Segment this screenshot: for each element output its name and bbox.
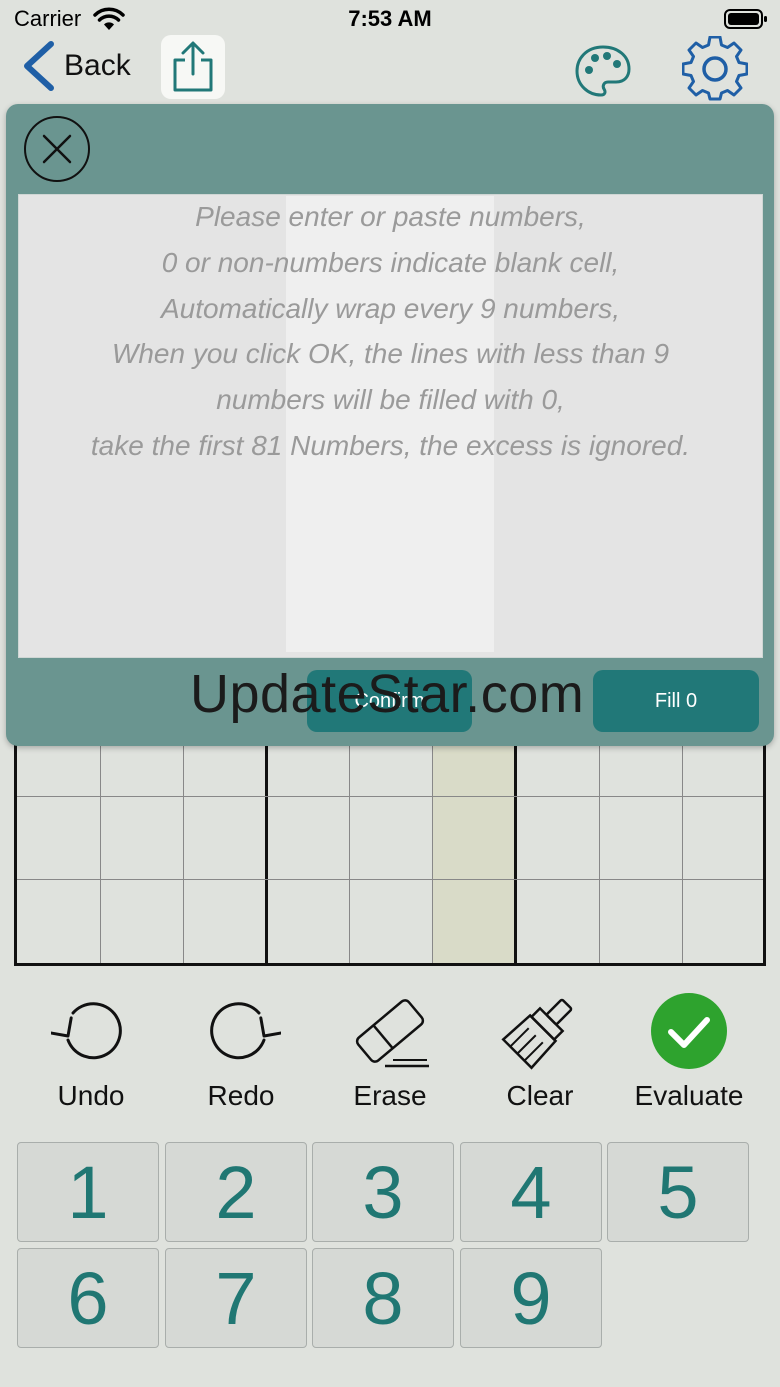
eraser-icon [355, 999, 429, 1068]
back-button[interactable]: Back [18, 38, 131, 94]
redo-icon [210, 1002, 281, 1060]
placeholder-line: Please enter or paste numbers, [195, 201, 586, 232]
placeholder-line: numbers will be filled with 0, [216, 384, 565, 416]
back-label: Back [64, 49, 131, 82]
evaluate-label: Evaluate [634, 1080, 744, 1111]
number-key-9[interactable]: 9 [460, 1248, 602, 1348]
number-key-6[interactable]: 6 [17, 1248, 159, 1348]
undo-label: Undo [57, 1080, 125, 1111]
battery-icon [724, 9, 767, 29]
erase-button[interactable]: Erase [315, 986, 465, 1116]
close-icon [42, 134, 72, 164]
undo-icon [51, 1002, 122, 1060]
erase-label: Erase [353, 1080, 427, 1111]
number-key-4[interactable]: 4 [460, 1142, 602, 1242]
fill-zero-button[interactable]: Fill 0 [593, 670, 759, 732]
share-icon [173, 41, 213, 92]
redo-button[interactable]: Redo [166, 986, 316, 1116]
checkmark-icon [651, 993, 727, 1069]
number-key-1[interactable]: 1 [17, 1142, 159, 1242]
evaluate-button[interactable]: Evaluate [614, 986, 764, 1116]
clear-label: Clear [506, 1080, 574, 1111]
redo-label: Redo [207, 1080, 275, 1111]
placeholder-line: When you click OK, the lines with less t… [111, 338, 670, 370]
brush-icon [501, 998, 573, 1070]
number-key-8[interactable]: 8 [312, 1248, 454, 1348]
placeholder-line: Automatically wrap every 9 numbers, [160, 292, 621, 324]
status-time: 7:53 AM [348, 6, 432, 31]
gear-icon[interactable] [682, 36, 748, 102]
number-key-7[interactable]: 7 [165, 1248, 307, 1348]
number-key-3[interactable]: 3 [312, 1142, 454, 1242]
placeholder-line: 0 or non-numbers indicate blank cell, [161, 246, 620, 278]
number-key-2[interactable]: 2 [165, 1142, 307, 1242]
watermark: UpdateStar.com [190, 664, 585, 724]
undo-button[interactable]: Undo [16, 986, 166, 1116]
chevron-left-icon [24, 41, 54, 91]
close-button[interactable] [24, 116, 90, 182]
sudoku-grid[interactable] [14, 740, 766, 966]
clear-button[interactable]: Clear [465, 986, 615, 1116]
share-button[interactable] [161, 35, 225, 99]
number-key-5[interactable]: 5 [607, 1142, 749, 1242]
placeholder-line: take the first 81 Numbers, the excess is… [90, 429, 691, 461]
palette-icon[interactable] [574, 44, 632, 98]
input-placeholder: Please enter or paste numbers, 0 or non-… [18, 194, 763, 469]
